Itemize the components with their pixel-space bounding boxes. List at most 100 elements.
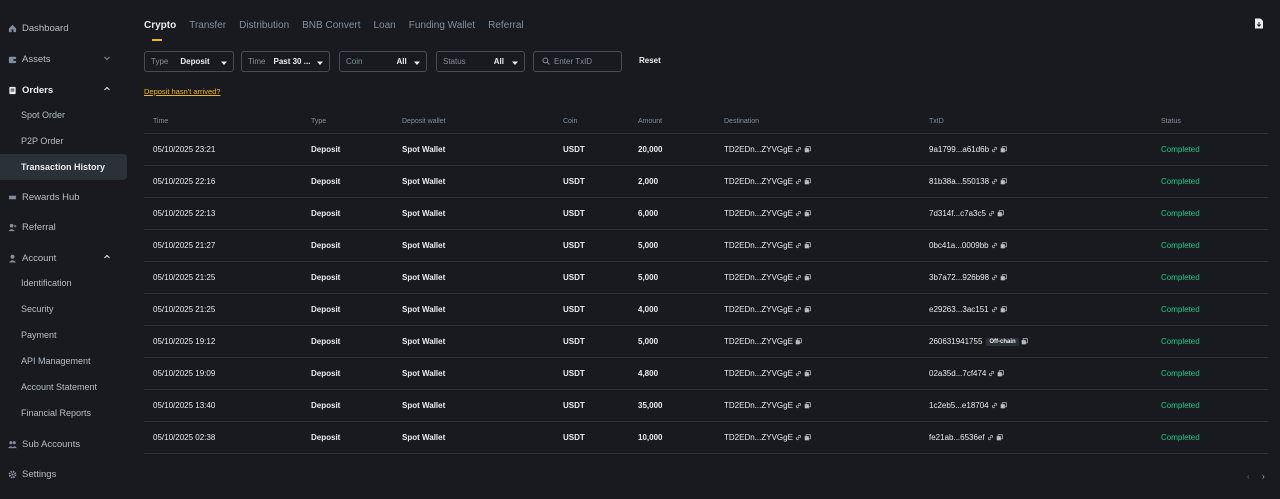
copy-icon[interactable] xyxy=(804,402,811,409)
txid-search[interactable] xyxy=(533,51,622,72)
sidebar-item-settings[interactable]: Settings xyxy=(0,461,127,487)
sidebar-item-rewards-hub[interactable]: Rewards Hub xyxy=(0,184,127,210)
link-icon[interactable] xyxy=(991,274,998,281)
column-header-deposit-wallet: Deposit wallet xyxy=(402,118,446,125)
coin-filter[interactable]: Coin All xyxy=(339,51,427,72)
time-filter[interactable]: Time Past 30 ... xyxy=(241,51,330,72)
sidebar-item-sub-accounts[interactable]: Sub Accounts xyxy=(0,431,127,457)
prev-page-button[interactable]: ‹ xyxy=(1247,472,1250,481)
cell-destination: TD2EDn...ZYVGgE xyxy=(724,433,811,442)
tab-crypto[interactable]: Crypto xyxy=(144,20,176,41)
type-filter[interactable]: Type Deposit xyxy=(144,51,234,72)
link-icon[interactable] xyxy=(795,242,802,249)
copy-icon[interactable] xyxy=(1000,146,1007,153)
copy-icon[interactable] xyxy=(1000,242,1007,249)
link-icon[interactable] xyxy=(795,178,802,185)
link-icon[interactable] xyxy=(795,146,802,153)
sidebar-item-orders[interactable]: Orders xyxy=(0,77,127,103)
txid-input[interactable] xyxy=(554,57,620,66)
status-badge: Completed xyxy=(1161,433,1200,442)
sidebar-item-api-management[interactable]: API Management xyxy=(0,348,127,374)
export-button[interactable] xyxy=(1252,17,1266,31)
filter-label: Coin xyxy=(346,57,363,66)
cell-destination: TD2EDn...ZYVGgE xyxy=(724,273,811,282)
link-icon[interactable] xyxy=(991,146,998,153)
tab-referral[interactable]: Referral xyxy=(488,20,524,38)
sidebar-item-identification[interactable]: Identification xyxy=(0,270,127,296)
cell-coin: USDT xyxy=(563,401,585,410)
cell-coin: USDT xyxy=(563,145,585,154)
search-icon xyxy=(542,57,550,67)
table-row: 05/10/2025 21:25 Deposit Spot Wallet USD… xyxy=(144,294,1268,326)
copy-icon[interactable] xyxy=(1021,338,1028,345)
link-icon[interactable] xyxy=(795,402,802,409)
sidebar-item-dashboard[interactable]: Dashboard xyxy=(0,15,127,41)
copy-icon[interactable] xyxy=(804,178,811,185)
chevron-up-icon xyxy=(103,85,111,93)
tab-distribution[interactable]: Distribution xyxy=(239,20,289,38)
copy-icon[interactable] xyxy=(804,434,811,441)
deposit-not-arrived-link[interactable]: Deposit hasn't arrived? xyxy=(144,87,220,96)
link-icon[interactable] xyxy=(991,402,998,409)
link-icon[interactable] xyxy=(795,434,802,441)
table-row: 05/10/2025 19:09 Deposit Spot Wallet USD… xyxy=(144,358,1268,390)
destination-address: TD2EDn...ZYVGgE xyxy=(724,241,793,250)
sidebar-item-account-statement[interactable]: Account Statement xyxy=(0,374,127,400)
copy-icon[interactable] xyxy=(804,306,811,313)
sidebar-item-referral[interactable]: Referral xyxy=(0,214,127,240)
cell-txid: 1c2eb5...e18704 xyxy=(929,401,1007,410)
chevron-down-icon xyxy=(103,54,111,62)
cell-amount: 4,800 xyxy=(638,369,659,378)
cell-coin: USDT xyxy=(563,209,585,218)
copy-icon[interactable] xyxy=(795,338,802,345)
sidebar-item-p2p-order[interactable]: P2P Order xyxy=(0,128,127,154)
copy-icon[interactable] xyxy=(804,146,811,153)
sidebar-item-financial-reports[interactable]: Financial Reports xyxy=(0,400,127,426)
cell-time: 05/10/2025 02:38 xyxy=(153,433,216,442)
sidebar-item-assets[interactable]: Assets xyxy=(0,46,127,72)
reset-button[interactable]: Reset xyxy=(639,56,661,65)
copy-icon[interactable] xyxy=(997,210,1004,217)
sidebar-item-spot-order[interactable]: Spot Order xyxy=(0,102,127,128)
sidebar-item-security[interactable]: Security xyxy=(0,296,127,322)
destination-address: TD2EDn...ZYVGgE xyxy=(724,145,793,154)
sidebar-item-account[interactable]: Account xyxy=(0,245,127,271)
status-badge: Completed xyxy=(1161,369,1200,378)
tab-transfer[interactable]: Transfer xyxy=(189,20,226,38)
copy-icon[interactable] xyxy=(1000,402,1007,409)
link-icon[interactable] xyxy=(988,370,995,377)
tab-bnb-convert[interactable]: BNB Convert xyxy=(302,20,360,38)
link-icon[interactable] xyxy=(988,210,995,217)
link-icon[interactable] xyxy=(987,434,994,441)
copy-icon[interactable] xyxy=(1000,306,1007,313)
link-icon[interactable] xyxy=(991,178,998,185)
sidebar-item-label: Settings xyxy=(22,468,57,480)
tab-loan[interactable]: Loan xyxy=(374,20,396,38)
status-filter[interactable]: Status All xyxy=(436,51,525,72)
copy-icon[interactable] xyxy=(996,434,1003,441)
link-icon[interactable] xyxy=(795,306,802,313)
link-icon[interactable] xyxy=(795,274,802,281)
next-page-button[interactable]: › xyxy=(1262,472,1265,481)
tab-funding-wallet[interactable]: Funding Wallet xyxy=(409,20,475,38)
cell-time: 05/10/2025 19:12 xyxy=(153,337,216,346)
link-icon[interactable] xyxy=(795,210,802,217)
file-download-icon xyxy=(1254,18,1264,31)
sidebar-item-payment[interactable]: Payment xyxy=(0,322,127,348)
copy-icon[interactable] xyxy=(804,370,811,377)
txid-value: 7d314f...c7a3c5 xyxy=(929,209,986,218)
copy-icon[interactable] xyxy=(1000,274,1007,281)
caret-down-icon xyxy=(221,59,227,65)
sidebar-item-transaction-history[interactable]: Transaction History xyxy=(0,154,127,180)
copy-icon[interactable] xyxy=(804,210,811,217)
status-badge: Completed xyxy=(1161,209,1200,218)
link-icon[interactable] xyxy=(991,242,998,249)
copy-icon[interactable] xyxy=(1000,178,1007,185)
link-icon[interactable] xyxy=(795,370,802,377)
txid-value: 1c2eb5...e18704 xyxy=(929,401,989,410)
copy-icon[interactable] xyxy=(997,370,1005,377)
wallet-icon xyxy=(7,54,17,64)
link-icon[interactable] xyxy=(991,306,998,313)
copy-icon[interactable] xyxy=(804,274,811,281)
copy-icon[interactable] xyxy=(804,242,811,249)
